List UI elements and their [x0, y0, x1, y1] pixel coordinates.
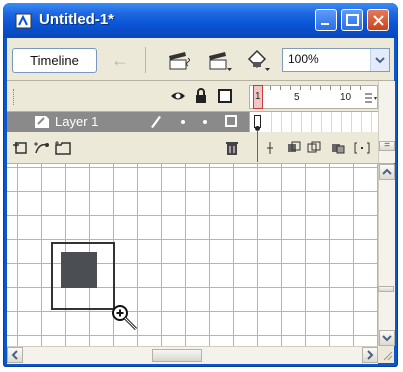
- current-frame-number: 1: [255, 91, 261, 102]
- flash-document-icon: [15, 13, 32, 29]
- ruler-tick: [280, 86, 281, 90]
- layer-icon: [35, 116, 49, 128]
- ruler-tick: [300, 86, 301, 90]
- minimize-icon: [321, 23, 329, 25]
- edit-symbols-icon[interactable]: [207, 48, 233, 72]
- toolbar-separator: [145, 47, 146, 73]
- outline-icon[interactable]: [217, 88, 233, 104]
- playhead-line: [257, 130, 258, 162]
- outline-color-box[interactable]: [225, 115, 237, 127]
- window-title: Untitled-1*: [39, 11, 114, 28]
- eye-icon[interactable]: [170, 88, 186, 104]
- pencil-icon: [151, 116, 161, 128]
- ruler-tick: [350, 86, 351, 90]
- ruler-tick: [340, 86, 341, 90]
- edit-scene-icon[interactable]: [167, 48, 193, 72]
- chevron-left-icon: [11, 350, 18, 360]
- layer-row[interactable]: Layer 1: [7, 112, 249, 132]
- timeline-header: 5 10 1: [7, 81, 394, 112]
- chevron-up-icon: [382, 168, 392, 175]
- layer-name: Layer 1: [55, 114, 99, 129]
- minimize-button[interactable]: [315, 9, 337, 31]
- resize-grip-icon: [383, 351, 393, 361]
- chevron-down-icon: [375, 57, 385, 64]
- stage-canvas[interactable]: [7, 164, 378, 346]
- center-frame-icon[interactable]: [261, 140, 279, 156]
- insert-layer-folder-icon[interactable]: [54, 140, 72, 156]
- ruler-tick: [320, 86, 321, 90]
- ruler-number-10: 10: [340, 92, 352, 103]
- stage-vertical-scrollbar[interactable]: [378, 164, 395, 346]
- stage-view-icon[interactable]: [245, 48, 271, 72]
- panel-grip[interactable]: [13, 89, 16, 105]
- insert-layer-icon[interactable]: [12, 140, 30, 156]
- chevron-down-icon: [382, 335, 392, 342]
- lock-icon[interactable]: [193, 88, 209, 104]
- maximize-button[interactable]: [341, 9, 363, 31]
- zoom-dropdown-button[interactable]: [370, 49, 389, 71]
- scroll-up-button[interactable]: [379, 164, 395, 180]
- lock-dot[interactable]: [203, 120, 207, 124]
- ruler-tick: [360, 86, 361, 90]
- resize-grip[interactable]: [378, 346, 394, 363]
- vertical-scroll-thumb[interactable]: [378, 286, 394, 292]
- ruler-tick: [290, 86, 291, 90]
- ruler-tick: [330, 86, 331, 90]
- horizontal-scroll-thumb[interactable]: [152, 349, 202, 362]
- ruler-number-5: 5: [294, 92, 300, 103]
- edit-multiple-frames-icon[interactable]: [329, 140, 347, 156]
- add-motion-guide-icon[interactable]: [33, 140, 51, 156]
- layer-frames[interactable]: [249, 112, 379, 132]
- onion-skin-icon[interactable]: [285, 140, 303, 156]
- scroll-right-button[interactable]: [362, 347, 378, 363]
- timeline-scroll-grip[interactable]: =: [379, 141, 395, 151]
- close-button[interactable]: [367, 9, 389, 31]
- chevron-right-icon: [367, 350, 374, 360]
- delete-layer-icon[interactable]: [223, 140, 241, 156]
- stage-horizontal-scrollbar[interactable]: [7, 346, 378, 364]
- onion-skin-outlines-icon[interactable]: [305, 140, 323, 156]
- playhead[interactable]: 1: [253, 85, 263, 109]
- zoom-value: 100%: [288, 52, 319, 66]
- client-area: Timeline ← 100% 5 10 1 Layer 1 =: [7, 38, 395, 364]
- timeline-button[interactable]: Timeline: [12, 48, 97, 73]
- edit-bar: Timeline ← 100%: [7, 38, 394, 81]
- close-icon: [373, 15, 384, 26]
- frame-ruler[interactable]: 5 10: [249, 85, 378, 109]
- layer-toolbar: [7, 133, 394, 164]
- frame-view-menu-icon[interactable]: [364, 91, 378, 105]
- zoom-magnifier-icon: [112, 305, 138, 331]
- ruler-tick: [270, 86, 271, 90]
- scroll-left-button[interactable]: [7, 347, 23, 363]
- title-bar[interactable]: Untitled-1*: [3, 3, 398, 38]
- zoom-select[interactable]: 100%: [282, 48, 390, 72]
- ruler-tick: [310, 86, 311, 90]
- frame-cells[interactable]: [262, 112, 377, 132]
- modify-onion-markers-icon[interactable]: [353, 140, 371, 156]
- timeline-scrollbar[interactable]: =: [378, 81, 395, 163]
- filled-square-shape[interactable]: [61, 252, 97, 288]
- back-arrow-icon[interactable]: ←: [111, 50, 131, 70]
- scroll-down-button[interactable]: [379, 330, 395, 346]
- maximize-icon: [346, 14, 359, 26]
- flash-document-window: Untitled-1* Timeline ← 100% 5 10 1 Layer…: [3, 3, 398, 367]
- visibility-dot[interactable]: [181, 120, 185, 124]
